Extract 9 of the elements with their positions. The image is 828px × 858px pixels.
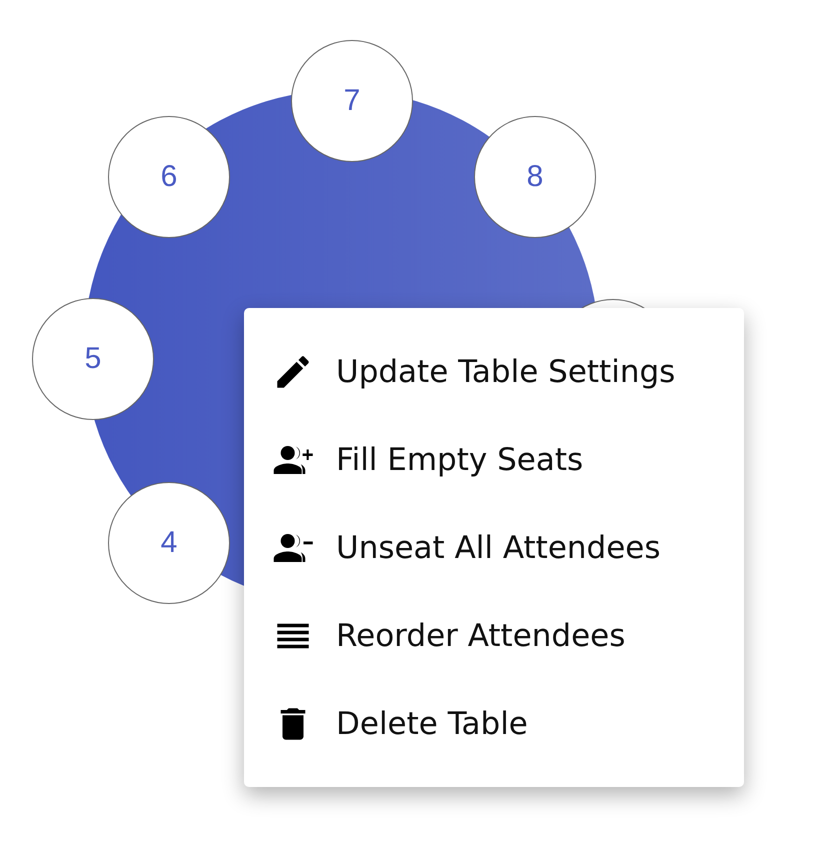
seat[interactable]: 5	[32, 298, 154, 420]
seat[interactable]: 8	[474, 116, 596, 238]
menu-item[interactable]: Delete Table	[244, 680, 744, 768]
menu-item[interactable]: Update Table Settings	[244, 328, 744, 416]
menu-item[interactable]: Reorder Attendees	[244, 592, 744, 680]
menu-item[interactable]: Unseat All Attendees	[244, 504, 744, 592]
seat[interactable]: 7	[291, 40, 413, 162]
menu-item[interactable]: Fill Empty Seats	[244, 416, 744, 504]
seat[interactable]: 4	[108, 482, 230, 604]
